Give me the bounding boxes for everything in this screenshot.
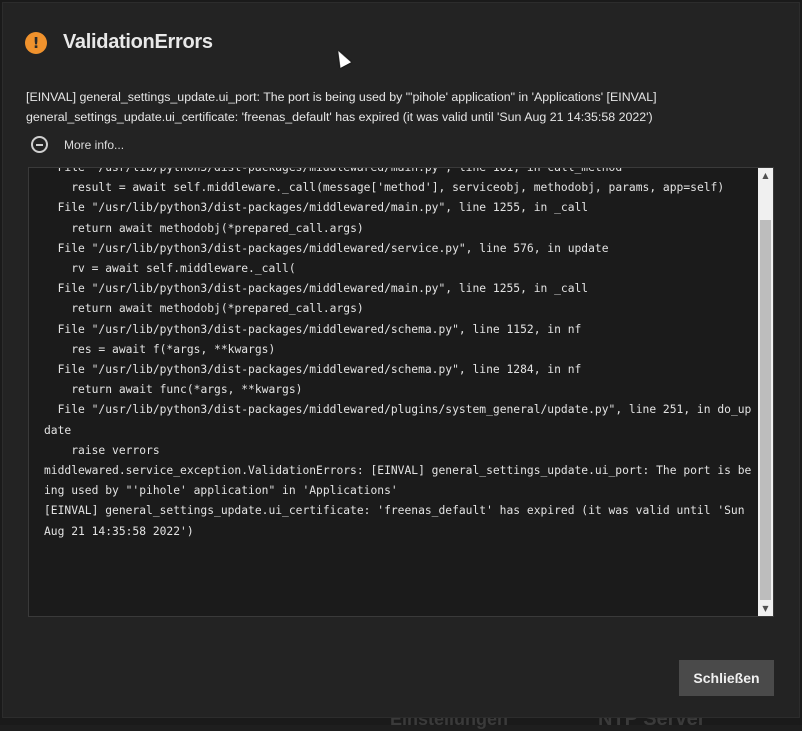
more-info-toggle[interactable]: More info... — [31, 136, 124, 153]
traceback-scrollbar[interactable]: ▲ ▼ — [758, 168, 773, 616]
traceback-text: File "/usr/lib/python3/dist-packages/mid… — [44, 167, 752, 538]
warning-icon: ! — [25, 31, 47, 54]
close-button[interactable]: Schließen — [679, 660, 774, 696]
more-info-label[interactable]: More info... — [64, 138, 124, 152]
scrollbar-thumb[interactable] — [760, 220, 771, 600]
error-message-line: general_settings_update.ui_certificate: … — [26, 110, 653, 124]
error-message-line: [EINVAL] general_settings_update.ui_port… — [26, 90, 657, 104]
collapse-minus-icon[interactable] — [31, 136, 48, 153]
dialog-title: ValidationErrors — [63, 31, 213, 53]
dialog-header: ! ValidationErrors — [25, 31, 213, 54]
validation-error-dialog: ! ValidationErrors [EINVAL] general_sett… — [2, 2, 800, 718]
traceback-panel[interactable]: File "/usr/lib/python3/dist-packages/mid… — [28, 167, 774, 617]
error-message: [EINVAL] general_settings_update.ui_port… — [26, 87, 676, 127]
scroll-up-arrow-icon[interactable]: ▲ — [758, 168, 773, 183]
scroll-down-arrow-icon[interactable]: ▼ — [758, 601, 773, 616]
